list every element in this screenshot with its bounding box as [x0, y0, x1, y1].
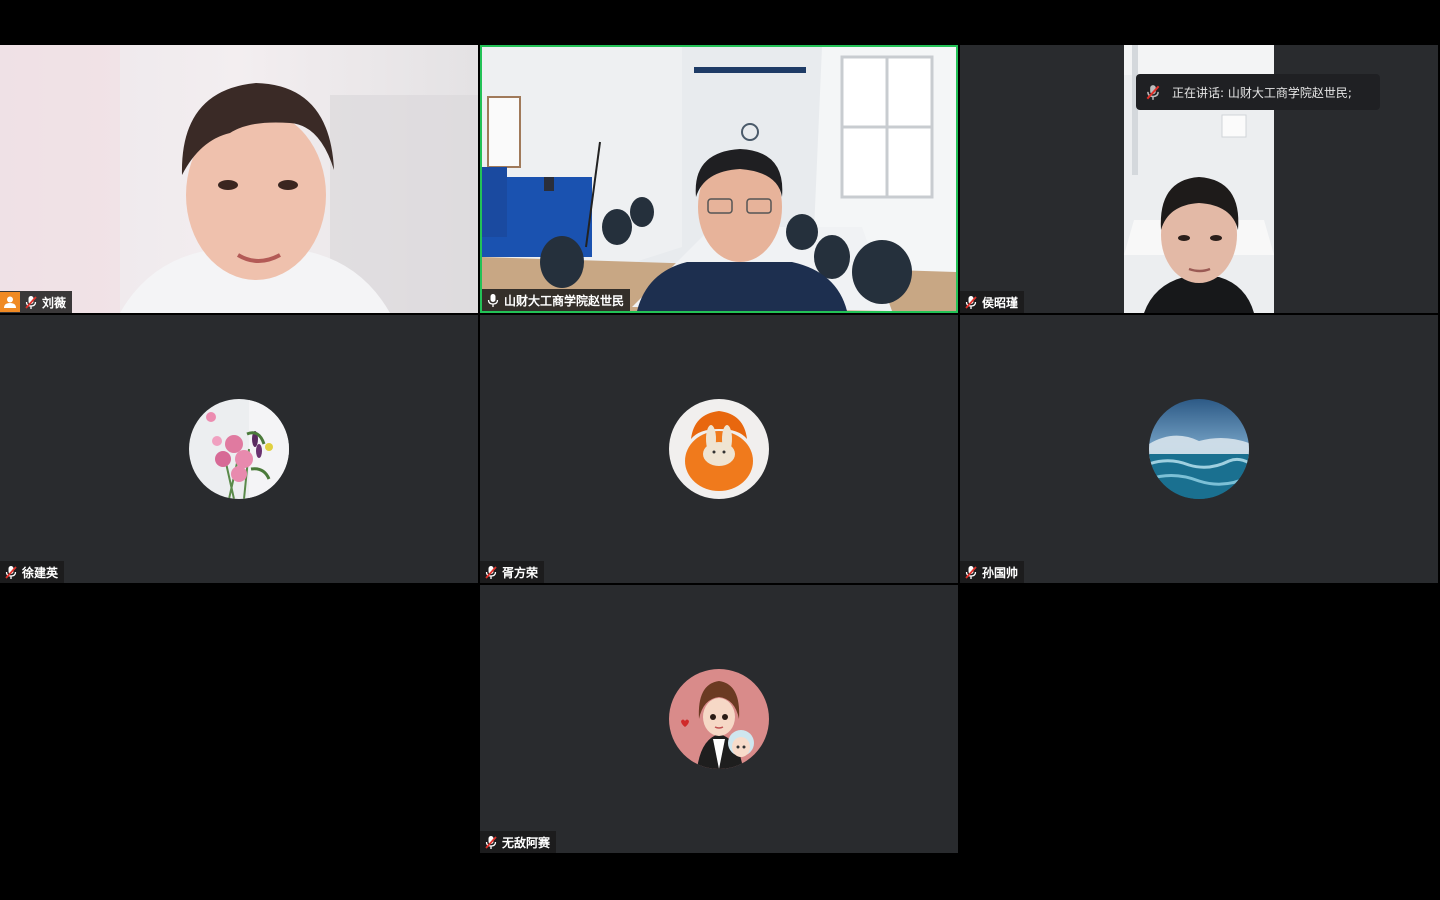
muted-mic-icon [484, 834, 498, 850]
participant-nameplate: 刘薇 [0, 291, 73, 313]
participant-nameplate: 胥方荣 [480, 561, 545, 583]
participant-name: 胥方荣 [502, 565, 539, 580]
video-tile-liu-wei[interactable]: 刘薇 [0, 45, 478, 313]
flower-avatar [189, 399, 289, 499]
muted-mic-icon [964, 294, 978, 310]
video-tile-xu-jianying[interactable]: 徐建英 [0, 315, 478, 583]
participant-name: 孙国帅 [982, 565, 1019, 580]
mic-icon [486, 292, 500, 308]
ocean-waves-avatar [1149, 399, 1249, 499]
video-tile-xu-fangrong[interactable]: 胥方荣 [480, 315, 958, 583]
bunny-in-orange-avatar [669, 399, 769, 499]
participant-video-zhao-shimin [482, 47, 956, 311]
participant-nameplate: 徐建英 [0, 561, 65, 583]
muted-mic-icon [4, 564, 18, 580]
participant-nameplate: 无敌阿赛 [480, 831, 557, 853]
participant-nameplate: 孙国帅 [960, 561, 1025, 583]
participant-name: 山财大工商学院赵世民 [504, 293, 625, 308]
participant-nameplate: 山财大工商学院赵世民 [482, 289, 631, 311]
active-speaker-notice: 正在讲话: 山财大工商学院赵世民; [1136, 74, 1380, 110]
active-speaker-text: 正在讲话: 山财大工商学院赵世民; [1172, 85, 1352, 100]
cartoon-mother-child-avatar [669, 669, 769, 769]
host-icon [0, 292, 20, 312]
muted-mic-icon [1146, 84, 1160, 101]
participant-name: 刘薇 [42, 295, 67, 310]
muted-mic-icon [964, 564, 978, 580]
muted-mic-icon [24, 294, 38, 310]
video-tile-zhao-shimin[interactable]: 山财大工商学院赵世民 [480, 45, 958, 313]
video-tile-sun-guoshuai[interactable]: 孙国帅 [960, 315, 1438, 583]
participant-name: 无敌阿赛 [502, 835, 551, 850]
muted-mic-icon [484, 564, 498, 580]
participant-video-liu-wei [0, 45, 478, 313]
participant-name: 徐建英 [22, 565, 59, 580]
participant-nameplate: 侯昭瑾 [960, 291, 1025, 313]
video-tile-wudi-asai[interactable]: 无敌阿赛 [480, 585, 958, 853]
participant-name: 侯昭瑾 [982, 295, 1019, 310]
